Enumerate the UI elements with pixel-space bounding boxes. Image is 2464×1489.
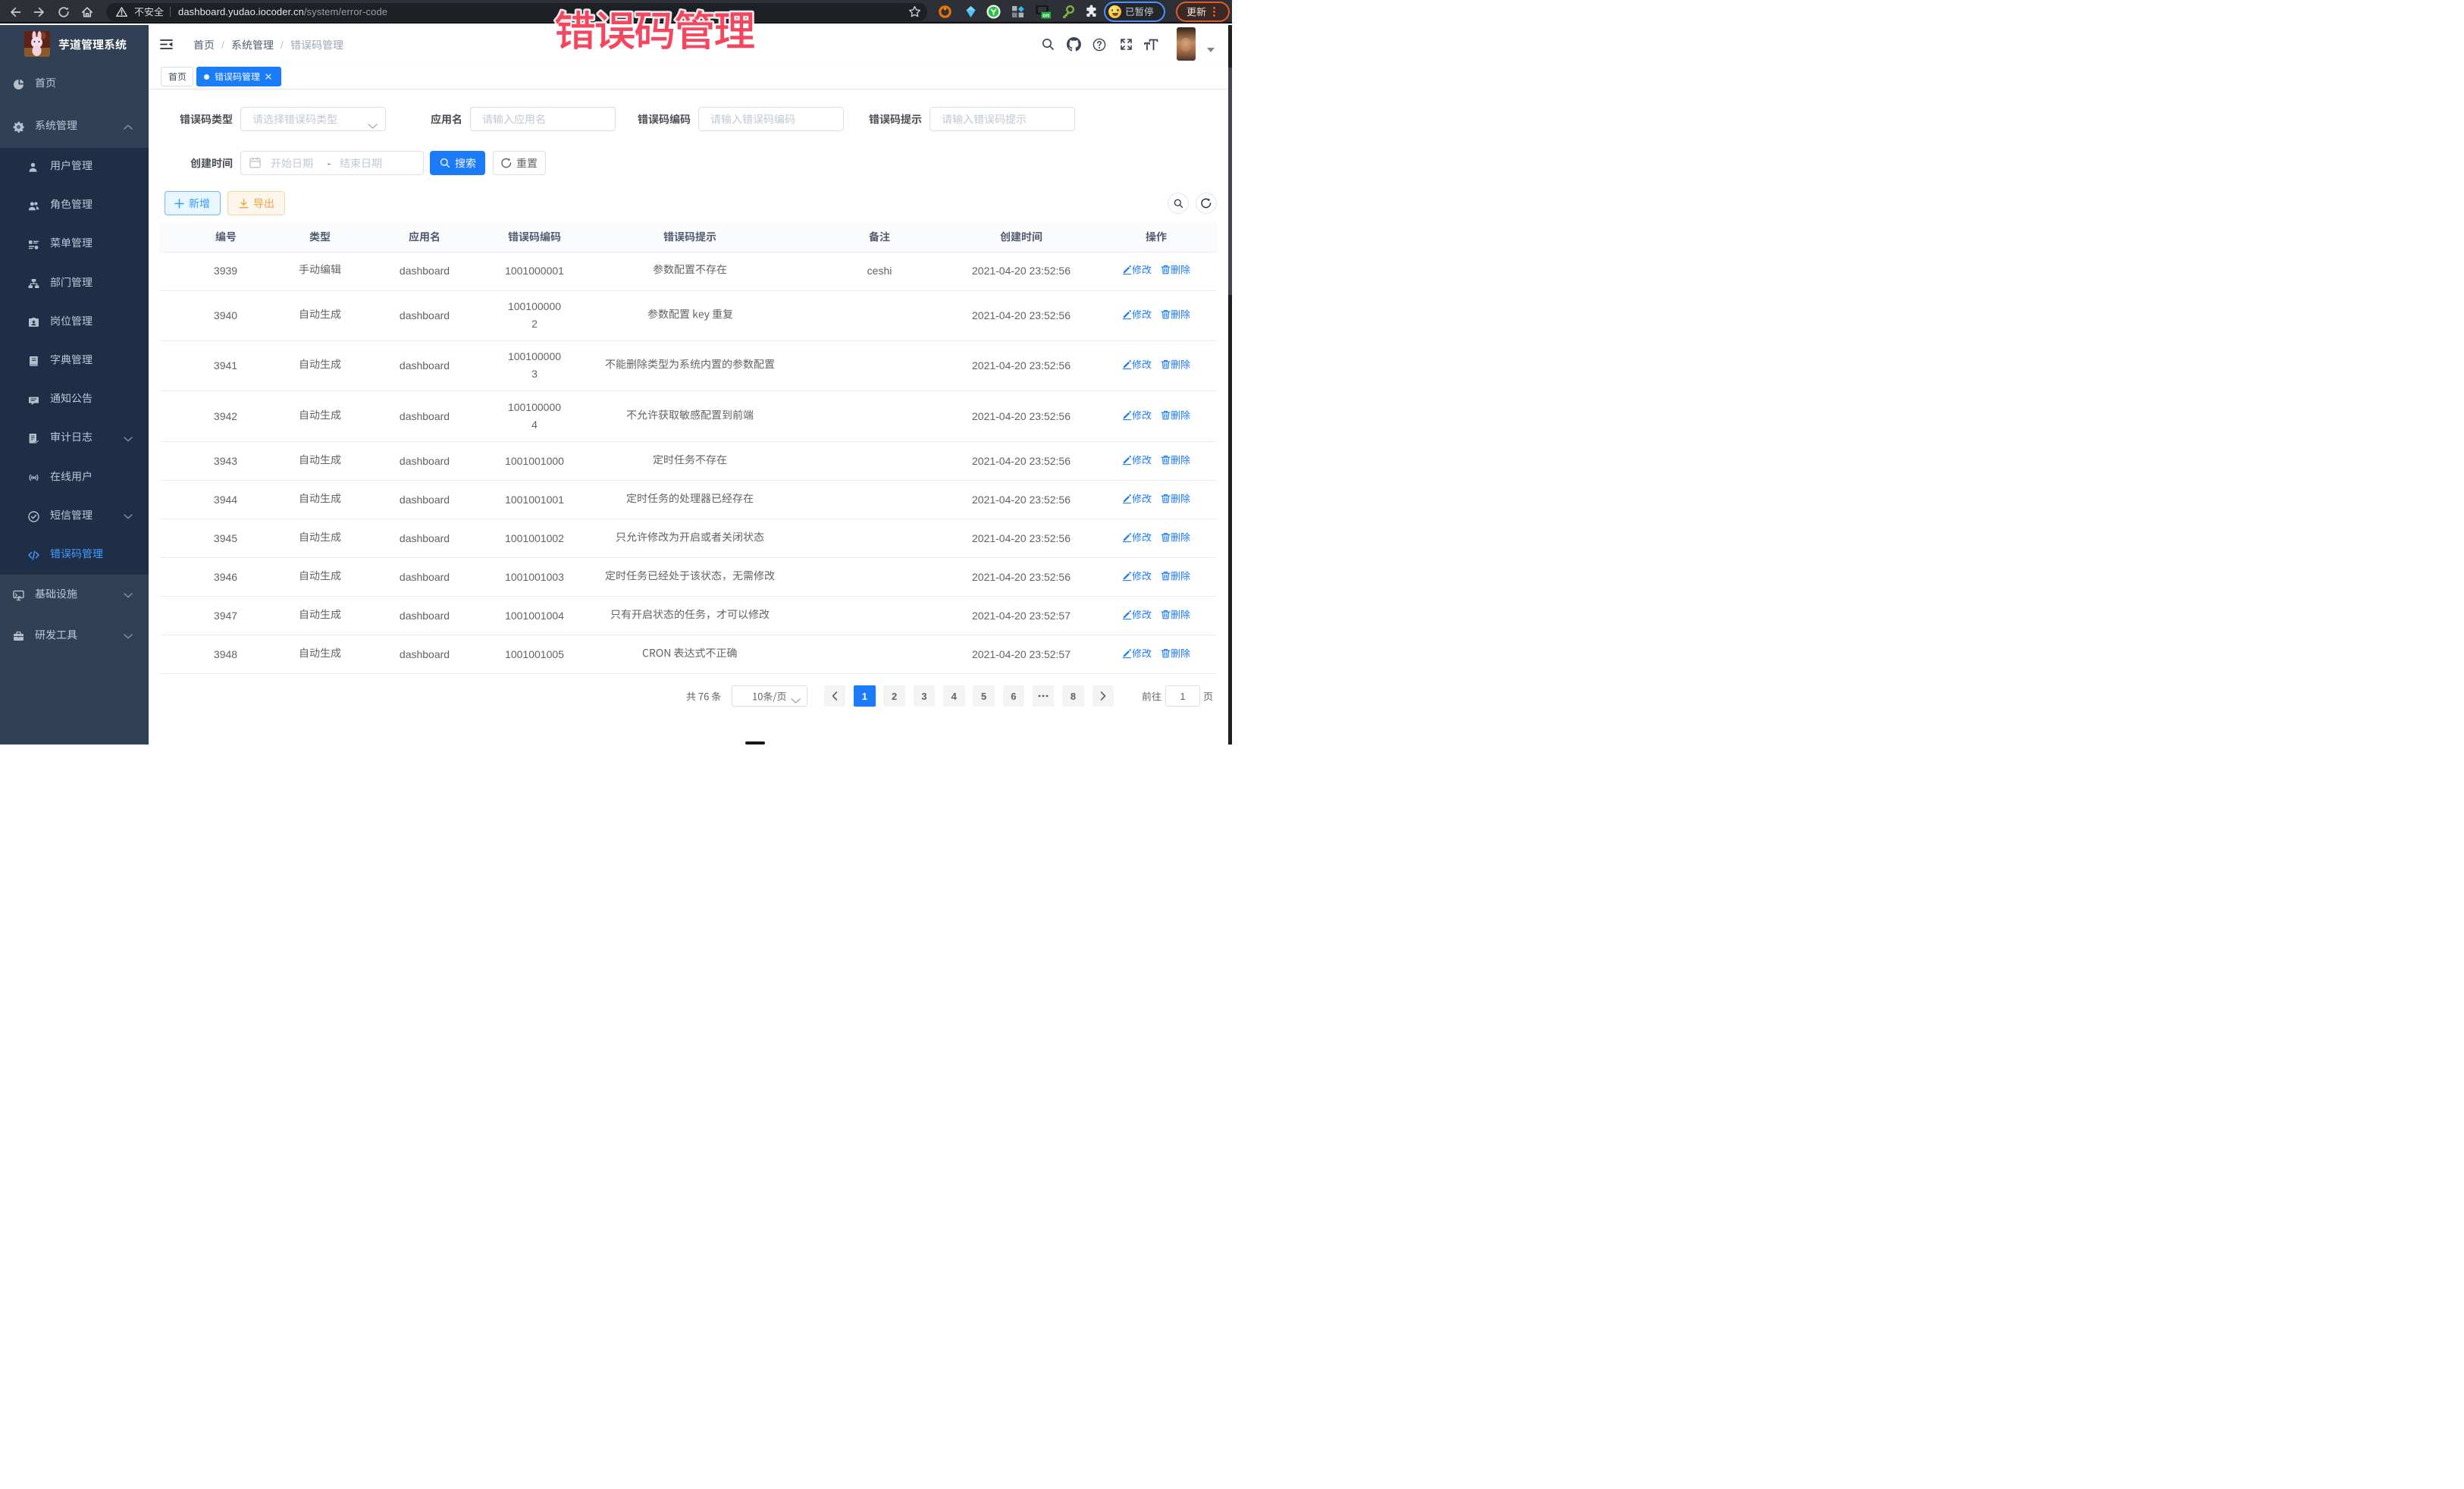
svg-text:on: on: [1042, 12, 1050, 19]
